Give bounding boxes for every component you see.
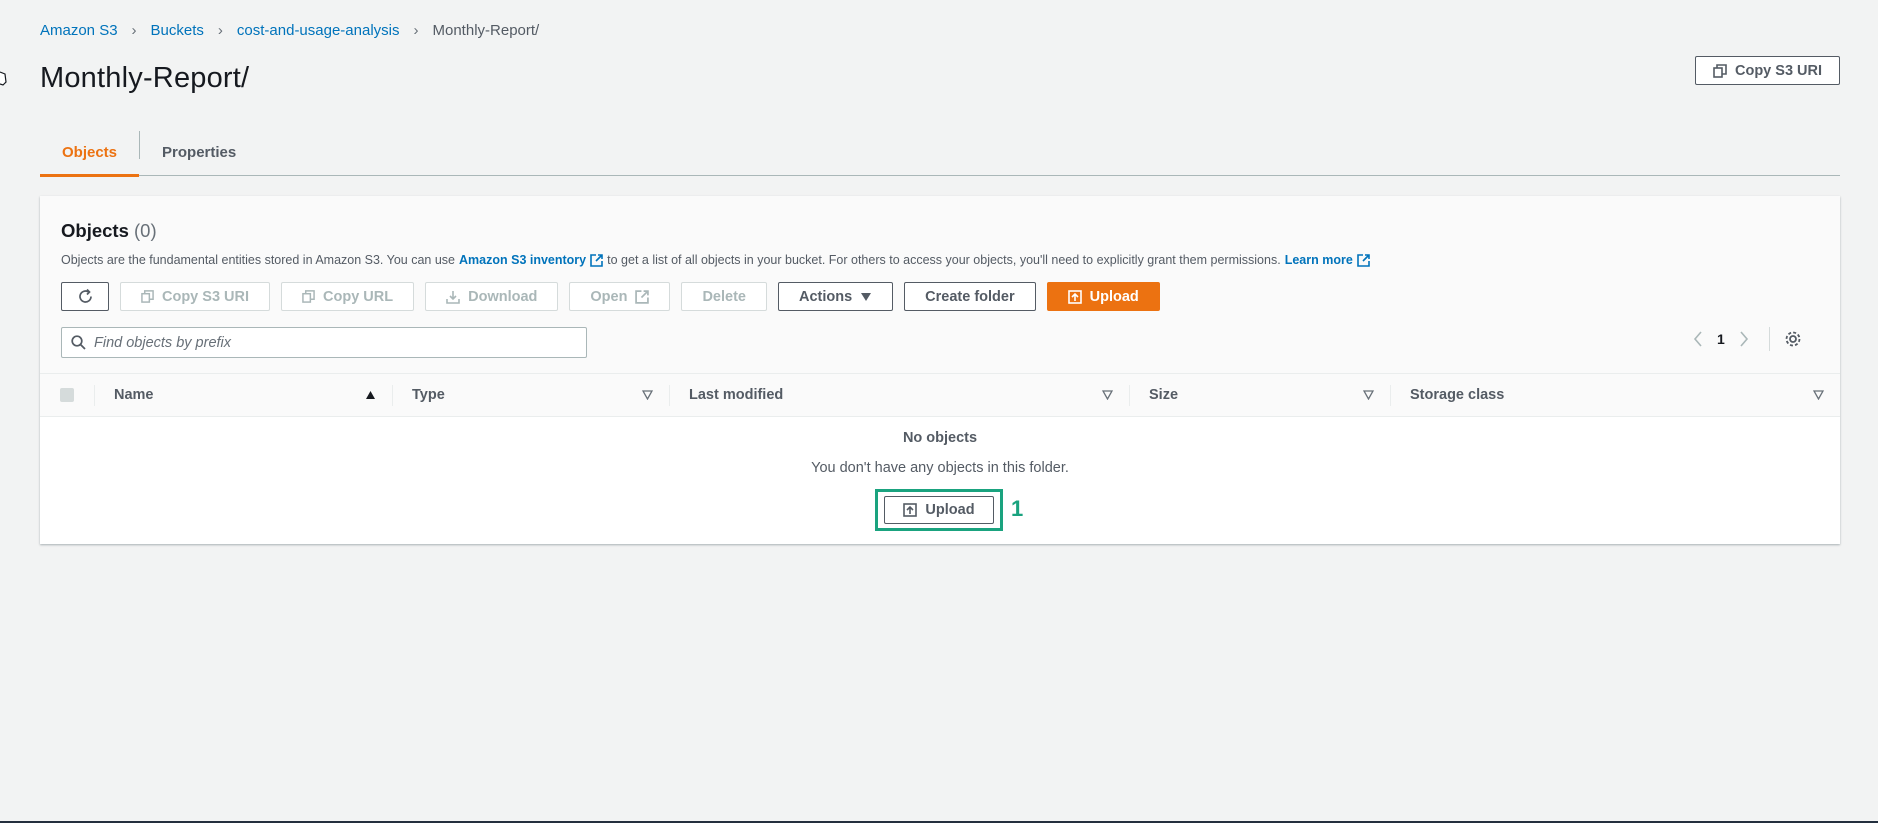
download-icon	[446, 290, 460, 304]
sort-icon	[1363, 390, 1374, 400]
breadcrumb: Amazon S3 › Buckets › cost-and-usage-ana…	[40, 22, 539, 39]
breadcrumb-current: Monthly-Report/	[432, 22, 540, 39]
select-all-checkbox[interactable]	[60, 388, 74, 402]
objects-count: (0)	[134, 220, 157, 241]
delete-label: Delete	[702, 288, 746, 305]
copy-s3-uri-button[interactable]: Copy S3 URI	[120, 282, 271, 311]
mouse-cursor-icon	[0, 71, 7, 86]
learn-more-link[interactable]: Learn more	[1285, 253, 1370, 267]
column-type[interactable]: Type	[392, 374, 669, 416]
upload-icon	[903, 503, 918, 517]
external-link-icon	[590, 253, 603, 267]
breadcrumb-bucket[interactable]: cost-and-usage-analysis	[237, 22, 400, 39]
sort-icon	[1102, 390, 1113, 400]
column-storage-class[interactable]: Storage class	[1390, 374, 1840, 416]
delete-button[interactable]: Delete	[681, 282, 767, 311]
chevron-right-icon: ›	[131, 22, 137, 39]
chevron-right-icon[interactable]	[1739, 331, 1749, 347]
empty-subtitle: You don't have any objects in this folde…	[811, 460, 1069, 476]
actions-dropdown-button[interactable]: Actions	[777, 282, 894, 311]
column-name-label: Name	[114, 387, 154, 403]
table-header: Name Type Last modified Size Storage cla…	[40, 374, 1840, 417]
empty-state: No objects You don't have any objects in…	[40, 418, 1840, 531]
gear-icon[interactable]	[1784, 330, 1802, 348]
search-input[interactable]	[94, 334, 554, 351]
description-text-2: to get a list of all objects in your buc…	[607, 253, 1281, 267]
open-label: Open	[590, 288, 628, 305]
create-folder-button[interactable]: Create folder	[904, 282, 1036, 311]
sort-icon	[642, 390, 653, 400]
empty-upload-button[interactable]: Upload	[884, 496, 994, 524]
column-size[interactable]: Size	[1129, 374, 1390, 416]
create-folder-label: Create folder	[925, 288, 1015, 305]
header-copy-s3-uri-button[interactable]: Copy S3 URI	[1695, 56, 1840, 85]
sort-ascending-icon	[366, 391, 375, 399]
tab-bar: Objects Properties	[40, 128, 1840, 177]
pagination-divider	[1768, 327, 1770, 351]
copy-icon	[302, 290, 315, 303]
breadcrumb-buckets[interactable]: Buckets	[151, 22, 204, 39]
step-marker: 1	[1011, 496, 1024, 521]
pagination: 1	[1693, 327, 1802, 351]
empty-upload-label: Upload	[925, 502, 975, 518]
empty-title: No objects	[902, 430, 978, 446]
breadcrumb-amazon-s3[interactable]: Amazon S3	[40, 22, 118, 39]
objects-title: Objects	[61, 220, 129, 241]
copy-url-label: Copy URL	[323, 288, 394, 305]
page-number[interactable]: 1	[1717, 331, 1725, 347]
column-last-modified-label: Last modified	[689, 387, 784, 403]
external-link-icon	[1356, 253, 1370, 267]
download-label: Download	[468, 288, 538, 305]
tab-objects[interactable]: Objects	[40, 128, 140, 177]
external-link-icon	[635, 289, 650, 304]
column-type-label: Type	[412, 387, 445, 403]
upload-icon	[1067, 289, 1082, 304]
column-size-label: Size	[1149, 387, 1179, 403]
caret-down-icon	[861, 292, 872, 301]
download-button[interactable]: Download	[425, 282, 559, 311]
copy-icon	[1713, 63, 1727, 78]
copy-icon	[141, 290, 154, 303]
column-storage-class-label: Storage class	[1410, 387, 1505, 403]
sort-icon	[1813, 390, 1824, 400]
chevron-right-icon: ›	[413, 22, 419, 39]
actions-label: Actions	[798, 288, 853, 305]
column-name[interactable]: Name	[94, 374, 392, 416]
search-box	[61, 327, 587, 358]
tab-properties[interactable]: Properties	[140, 128, 258, 176]
upload-label: Upload	[1089, 288, 1139, 305]
objects-description: Objects are the fundamental entities sto…	[61, 253, 1374, 267]
copy-url-button[interactable]: Copy URL	[281, 282, 415, 311]
chevron-right-icon: ›	[217, 22, 223, 39]
copy-s3-uri-label: Copy S3 URI	[162, 288, 250, 305]
upload-button[interactable]: Upload	[1046, 282, 1160, 311]
objects-panel: Objects (0) Objects are the fundamental …	[40, 196, 1840, 544]
highlight-box: Upload	[875, 489, 1003, 531]
chevron-left-icon[interactable]	[1693, 331, 1703, 347]
learn-more-label: Learn more	[1284, 253, 1353, 267]
refresh-button[interactable]	[61, 282, 109, 311]
objects-heading: Objects (0)	[61, 220, 157, 242]
select-all-cell	[40, 374, 94, 416]
open-button[interactable]: Open	[569, 282, 671, 311]
inventory-link[interactable]: Amazon S3 inventory	[459, 253, 603, 267]
column-last-modified[interactable]: Last modified	[669, 374, 1129, 416]
refresh-icon	[78, 288, 92, 303]
page-title: Monthly-Report/	[40, 62, 250, 94]
search-icon	[71, 335, 86, 350]
description-text-1: Objects are the fundamental entities sto…	[61, 253, 456, 267]
header-copy-s3-uri-label: Copy S3 URI	[1735, 62, 1823, 79]
objects-panel-header: Objects (0) Objects are the fundamental …	[40, 196, 1840, 374]
objects-toolbar: Copy S3 URI Copy URL Download Open Delet…	[61, 282, 1160, 311]
inventory-link-label: Amazon S3 inventory	[459, 253, 587, 267]
